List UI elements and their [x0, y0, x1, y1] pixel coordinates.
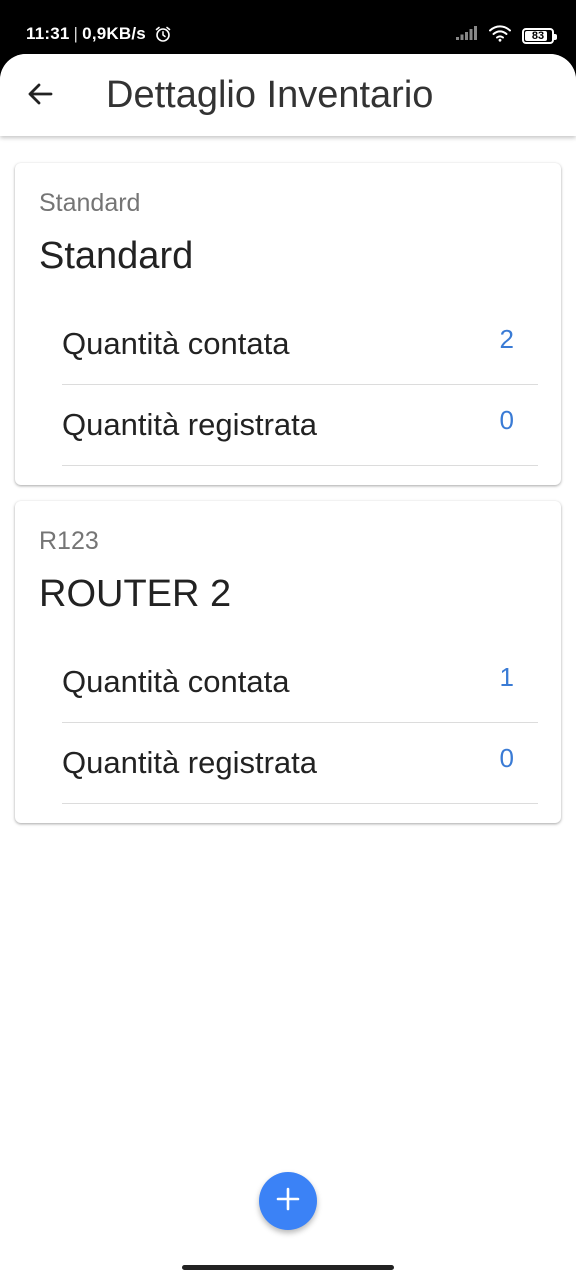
network-speed: 0,9KB/s — [82, 24, 146, 43]
inventory-item-card[interactable]: Standard Standard Quantità contata 2 Qua… — [15, 163, 561, 485]
item-code: R123 — [39, 527, 99, 555]
registered-quantity-value: 0 — [499, 743, 514, 773]
counted-quantity-label: Quantità contata — [62, 326, 290, 361]
registered-quantity-label: Quantità registrata — [62, 745, 318, 780]
status-left: 11:31 | 0,9KB/s — [26, 24, 172, 44]
plus-icon — [275, 1186, 301, 1217]
cell-signal-icon — [456, 26, 478, 45]
alarm-clock-icon — [154, 25, 172, 43]
back-button[interactable] — [18, 74, 62, 118]
status-right: 83 — [456, 24, 557, 47]
battery-icon: 83 — [522, 27, 557, 44]
inventory-item-card[interactable]: R123 ROUTER 2 Quantità contata 1 Quantit… — [15, 501, 561, 823]
app-bar: Dettaglio Inventario — [0, 54, 576, 136]
counted-quantity-row: Quantità contata 1 — [62, 642, 538, 723]
add-button[interactable] — [259, 1172, 317, 1230]
registered-quantity-value: 0 — [499, 405, 514, 435]
counted-quantity-value: 2 — [499, 324, 514, 354]
registered-quantity-row: Quantità registrata 0 — [62, 723, 538, 804]
item-name: ROUTER 2 — [39, 573, 232, 615]
counted-quantity-row: Quantità contata 2 — [62, 304, 538, 385]
battery-level: 83 — [531, 29, 545, 42]
item-code: Standard — [39, 189, 141, 217]
status-bar: 11:31 | 0,9KB/s 83 — [0, 0, 576, 60]
status-separator: | — [73, 24, 79, 43]
item-name: Standard — [39, 235, 194, 277]
registered-quantity-row: Quantità registrata 0 — [62, 385, 538, 466]
registered-quantity-label: Quantità registrata — [62, 407, 318, 442]
app-surface: Dettaglio Inventario Standard Standard Q… — [0, 54, 576, 1280]
wifi-icon — [488, 24, 512, 47]
page-title: Dettaglio Inventario — [106, 74, 434, 116]
home-indicator[interactable] — [182, 1265, 394, 1270]
counted-quantity-label: Quantità contata — [62, 664, 290, 699]
counted-quantity-value: 1 — [499, 662, 514, 692]
arrow-left-icon — [25, 79, 55, 114]
status-time: 11:31 — [26, 24, 70, 43]
